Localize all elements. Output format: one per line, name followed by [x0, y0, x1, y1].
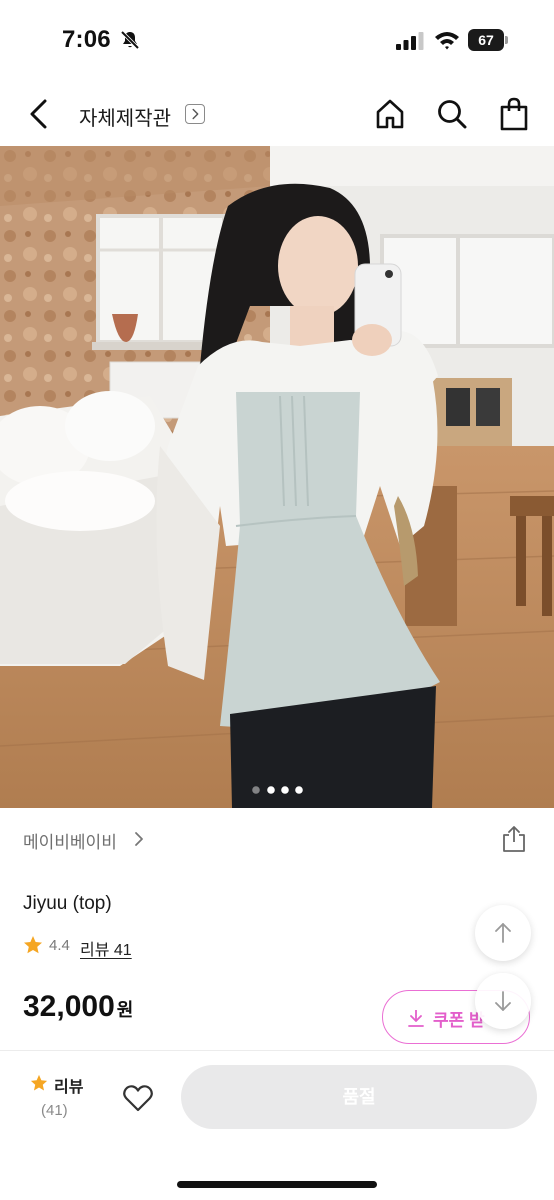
bell-muted-icon	[120, 30, 140, 50]
scroll-down-button[interactable]	[475, 973, 531, 1029]
bottom-action-bar: 리뷰 (41) 품절	[0, 1050, 554, 1200]
review-tab-label: 리뷰	[54, 1079, 84, 1096]
brand-name[interactable]: 메이비베이비	[23, 828, 117, 853]
chevron-right-icon	[135, 832, 143, 846]
star-icon	[30, 1074, 48, 1091]
back-icon[interactable]	[26, 98, 52, 130]
review-tab[interactable]: 리뷰 (41)	[24, 1067, 94, 1127]
star-icon	[24, 936, 42, 954]
soldout-button[interactable]: 품절	[181, 1065, 537, 1129]
bag-icon[interactable]	[498, 97, 530, 131]
rating-value: 4.4	[49, 937, 70, 954]
heart-icon[interactable]	[122, 1083, 154, 1113]
arrow-down-icon	[495, 991, 511, 1011]
home-indicator	[177, 1181, 377, 1188]
battery-level: 67	[468, 29, 504, 51]
review-link[interactable]: 리뷰 41	[80, 936, 132, 960]
product-photo	[0, 146, 554, 808]
battery-cap	[505, 36, 508, 44]
price-unit: 원	[116, 1000, 134, 1020]
download-icon	[408, 1010, 424, 1027]
battery-indicator: 67	[468, 29, 508, 51]
product-image[interactable]	[0, 146, 554, 808]
scroll-up-button[interactable]	[475, 905, 531, 961]
price-row: 32,000 원	[23, 990, 323, 1030]
store-title[interactable]: 자체제작관	[79, 102, 171, 131]
home-icon[interactable]	[374, 98, 406, 130]
review-tab-count: (41)	[41, 1102, 68, 1119]
status-time: 7:06	[62, 26, 111, 53]
share-icon[interactable]	[500, 824, 528, 854]
rating-row: 4.4 리뷰 41	[23, 932, 223, 960]
store-link-icon[interactable]	[185, 104, 205, 124]
nav-header: 자체제작관	[0, 84, 554, 146]
price-value: 32,000	[23, 990, 115, 1023]
brand-row[interactable]: 메이비베이비	[0, 816, 554, 864]
status-bar: 7:06 67	[0, 0, 554, 84]
signal-icon	[396, 32, 424, 50]
product-name: Jiyuu (top)	[23, 893, 112, 914]
arrow-up-icon	[495, 923, 511, 943]
search-icon[interactable]	[436, 98, 468, 130]
wifi-icon	[435, 32, 459, 50]
